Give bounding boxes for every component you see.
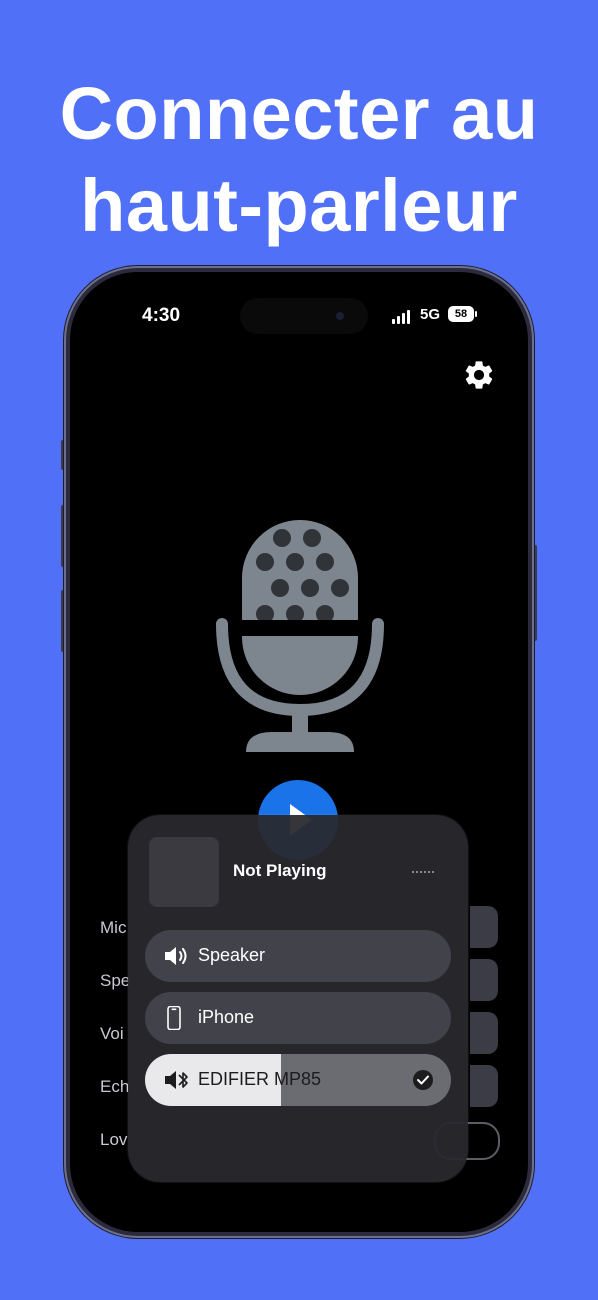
setting-control-voice[interactable] xyxy=(470,1012,498,1054)
signal-icon xyxy=(392,310,412,324)
route-edifier-mp85[interactable]: EDIFIER MP85 xyxy=(145,1054,451,1106)
setting-label-mic: Mic xyxy=(100,918,127,937)
status-time: 4:30 xyxy=(142,305,181,326)
headline-line-1: Connecter au xyxy=(59,72,539,155)
gear-icon[interactable] xyxy=(462,358,496,392)
audio-output-popover: Not Playing Speaker iPhone EDIFIER MP85 xyxy=(128,815,468,1182)
artwork-placeholder xyxy=(149,837,219,907)
route-label: Speaker xyxy=(198,945,266,965)
bluetooth-speaker-icon xyxy=(165,1071,188,1089)
speaker-icon xyxy=(165,947,187,965)
iphone-icon xyxy=(167,1006,181,1030)
battery-icon: 58 xyxy=(448,306,474,322)
setting-label-low: Lov xyxy=(100,1130,128,1149)
camera-icon xyxy=(336,312,344,320)
checkmark-icon xyxy=(413,1070,433,1090)
headline-line-2: haut-parleur xyxy=(80,164,518,247)
now-playing-title: Not Playing xyxy=(233,861,327,880)
setting-label-voice: Voi xyxy=(100,1024,124,1043)
dynamic-island xyxy=(240,298,368,334)
setting-control-echo[interactable] xyxy=(470,1065,498,1107)
headline: Connecter au haut-parleur xyxy=(0,68,598,252)
network-type: 5G xyxy=(420,306,441,323)
setting-label-echo: Ech xyxy=(100,1077,130,1096)
more-dots-icon xyxy=(412,871,436,873)
microphone-icon[interactable] xyxy=(212,520,388,760)
setting-control-speaker[interactable] xyxy=(470,959,498,1001)
setting-label-speaker: Spe xyxy=(100,971,131,990)
route-iphone[interactable]: iPhone xyxy=(145,992,451,1044)
battery-tip xyxy=(475,311,477,317)
route-label: iPhone xyxy=(198,1007,255,1027)
route-speaker[interactable]: Speaker xyxy=(145,930,451,982)
route-label: EDIFIER MP85 xyxy=(198,1069,322,1089)
setting-control-mic[interactable] xyxy=(470,906,498,948)
